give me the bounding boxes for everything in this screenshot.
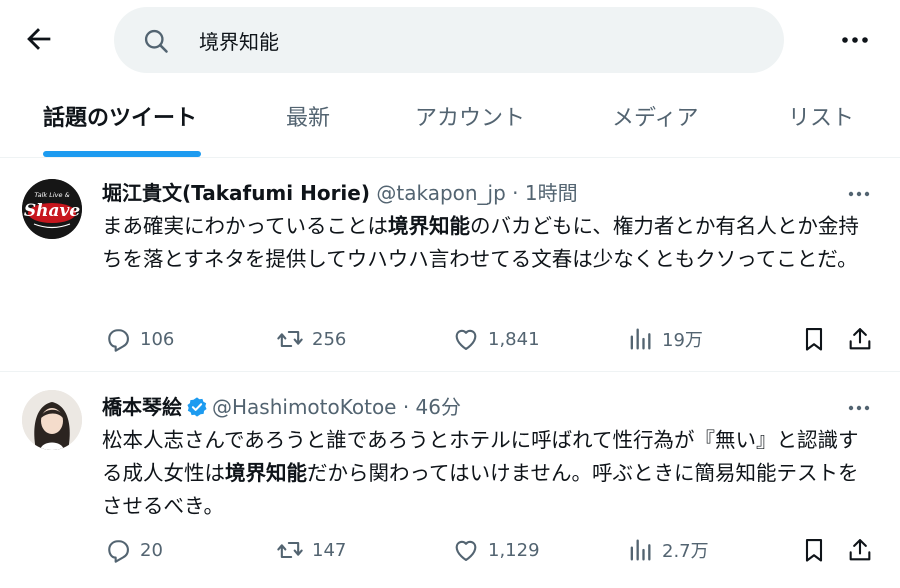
- tweet-header: 橋本琴絵 @HashimotoKotoe · 46分: [102, 392, 461, 422]
- tweet-time[interactable]: · 46分: [403, 395, 461, 419]
- highlighted-keyword: 境界知能: [387, 214, 470, 238]
- author-handle[interactable]: @HashimotoKotoe: [212, 395, 396, 419]
- share-icon: [849, 328, 871, 350]
- profile-photo-image: [22, 390, 82, 450]
- tweet-text: 松本人志さんであろうと誰であろうとホテルに呼ばれて性行為が『無い』と認識する成人…: [102, 428, 859, 518]
- search-input[interactable]: [199, 23, 759, 57]
- author-handle[interactable]: @takapon_jp: [376, 181, 505, 205]
- retweet-icon: [277, 330, 303, 348]
- views-count: 19万: [662, 330, 703, 351]
- tweet-text: まあ確実にわかっていることは境界知能のバカどもに、権力者とか有名人とか金持ちを落…: [102, 214, 859, 271]
- views-button[interactable]: 19万: [626, 319, 703, 359]
- search-icon: [144, 29, 168, 53]
- reply-icon: [108, 329, 129, 352]
- search-tabs: 話題のツイート 最新 アカウント メディア リスト: [0, 80, 900, 158]
- bar-chart-icon: [630, 328, 651, 350]
- svg-text:Shave: Shave: [24, 201, 81, 221]
- tweet-time[interactable]: · 1時間: [512, 181, 577, 205]
- heart-icon: [455, 540, 477, 561]
- tweet[interactable]: Talk Live & Shave 堀江貴文(Takafumi Horie) @…: [0, 158, 900, 372]
- tweet-more-button[interactable]: [844, 182, 874, 206]
- like-count: 1,129: [488, 539, 540, 561]
- tweet-actions: 106 256 1,841 19万: [0, 319, 900, 359]
- arrow-left-icon: [27, 28, 51, 50]
- search-header: [0, 0, 900, 80]
- views-count: 2.7万: [662, 541, 709, 562]
- svg-text:Talk Live &: Talk Live &: [34, 191, 69, 199]
- back-button[interactable]: [22, 22, 56, 56]
- reply-count: 20: [140, 539, 163, 561]
- views-button[interactable]: 2.7万: [626, 530, 709, 570]
- bar-chart-icon: [630, 539, 651, 561]
- like-button[interactable]: 1,841: [452, 319, 540, 359]
- more-options-button[interactable]: [836, 26, 874, 54]
- reply-button[interactable]: 106: [104, 319, 174, 359]
- tab-lists[interactable]: リスト: [788, 80, 854, 158]
- retweet-button[interactable]: 147: [276, 530, 346, 570]
- share-icon: [849, 539, 871, 561]
- share-button[interactable]: [846, 530, 874, 570]
- retweet-icon: [277, 541, 303, 559]
- tweet-actions: 20 147 1,129 2.7万: [0, 530, 900, 570]
- avatar[interactable]: Talk Live & Shave: [22, 179, 82, 239]
- reply-button[interactable]: 20: [104, 530, 163, 570]
- tab-latest[interactable]: 最新: [286, 80, 330, 158]
- tweet-header: 堀江貴文(Takafumi Horie) @takapon_jp · 1時間: [102, 178, 578, 208]
- more-horizontal-icon: [842, 37, 868, 43]
- heart-icon: [455, 329, 477, 350]
- shave-logo-image: Talk Live & Shave: [22, 179, 82, 239]
- retweet-count: 147: [312, 539, 347, 561]
- search-box[interactable]: [114, 7, 784, 73]
- reply-count: 106: [140, 328, 175, 350]
- reply-icon: [108, 540, 129, 563]
- avatar[interactable]: [22, 390, 82, 450]
- active-tab-indicator: [43, 151, 201, 157]
- tweet[interactable]: 橋本琴絵 @HashimotoKotoe · 46分 松本人志さんであろうと誰であ…: [0, 372, 900, 588]
- bookmark-icon: [805, 539, 823, 562]
- bookmark-icon: [805, 328, 823, 351]
- tweet-more-button[interactable]: [844, 396, 874, 420]
- author-name[interactable]: 橋本琴絵: [102, 395, 182, 419]
- tab-people[interactable]: アカウント: [415, 80, 525, 158]
- more-horizontal-icon: [848, 405, 870, 411]
- highlighted-keyword: 境界知能: [225, 461, 307, 485]
- tab-top[interactable]: 話題のツイート: [43, 80, 197, 158]
- retweet-count: 256: [312, 328, 347, 350]
- verified-badge-icon: [187, 397, 207, 417]
- bookmark-button[interactable]: [800, 319, 828, 359]
- like-count: 1,841: [488, 328, 540, 350]
- share-button[interactable]: [846, 319, 874, 359]
- bookmark-button[interactable]: [800, 530, 828, 570]
- author-name[interactable]: 堀江貴文(Takafumi Horie): [102, 181, 370, 205]
- retweet-button[interactable]: 256: [276, 319, 346, 359]
- more-horizontal-icon: [848, 191, 870, 197]
- tab-media[interactable]: メディア: [612, 80, 698, 158]
- like-button[interactable]: 1,129: [452, 530, 540, 570]
